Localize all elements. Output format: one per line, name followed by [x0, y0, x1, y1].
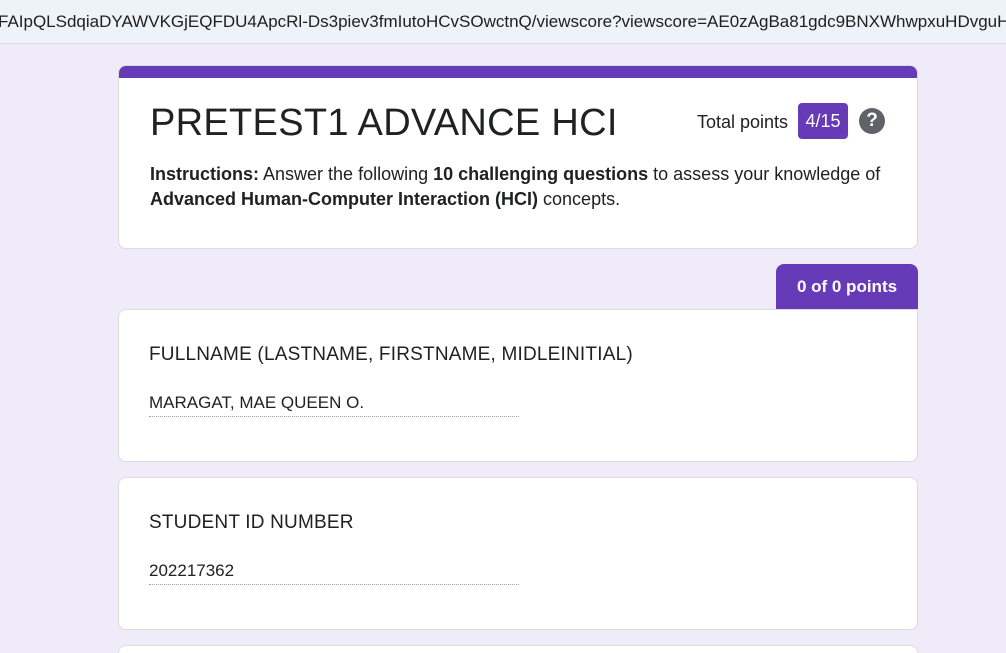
form-description: Instructions: Answer the following 10 ch… — [150, 162, 890, 212]
description-text-3: concepts. — [538, 189, 621, 209]
question-card: FULLNAME (LASTNAME, FIRSTNAME, MIDLEINIT… — [118, 309, 918, 462]
answer-value: 202217362 — [149, 561, 519, 585]
description-text-1: Answer the following — [259, 164, 434, 184]
address-bar[interactable]: FAIpQLSdqiaDYAWVKGjEQFDU4ApcRl-Ds3piev3f… — [0, 0, 1006, 44]
total-points-label: Total points — [697, 112, 789, 132]
form-header-card: PRETEST1 ADVANCE HCI Total points 4/15 ?… — [118, 65, 918, 249]
section-points-tab: 0 of 0 points — [776, 264, 918, 310]
header-accent-bar — [119, 66, 917, 78]
question-title: FULLNAME (LASTNAME, FIRSTNAME, MIDLEINIT… — [149, 344, 633, 365]
question-card — [118, 645, 918, 653]
description-emphasis-1: 10 challenging questions — [433, 164, 649, 184]
score-badge: 4/15 — [798, 103, 848, 139]
question-title: STUDENT ID NUMBER — [149, 512, 354, 533]
url-text[interactable]: FAIpQLSdqiaDYAWVKGjEQFDU4ApcRl-Ds3piev3f… — [0, 0, 1006, 43]
answer-value: MARAGAT, MAE QUEEN O. — [149, 393, 519, 417]
description-text-2: to assess your knowledge of — [648, 164, 881, 184]
instructions-label: Instructions: — [150, 164, 260, 184]
description-emphasis-2: Advanced Human-Computer Interaction (HCI… — [150, 189, 539, 209]
form-title: PRETEST1 ADVANCE HCI — [150, 102, 618, 144]
question-card: STUDENT ID NUMBER 202217362 — [118, 477, 918, 630]
help-icon[interactable]: ? — [859, 108, 885, 134]
